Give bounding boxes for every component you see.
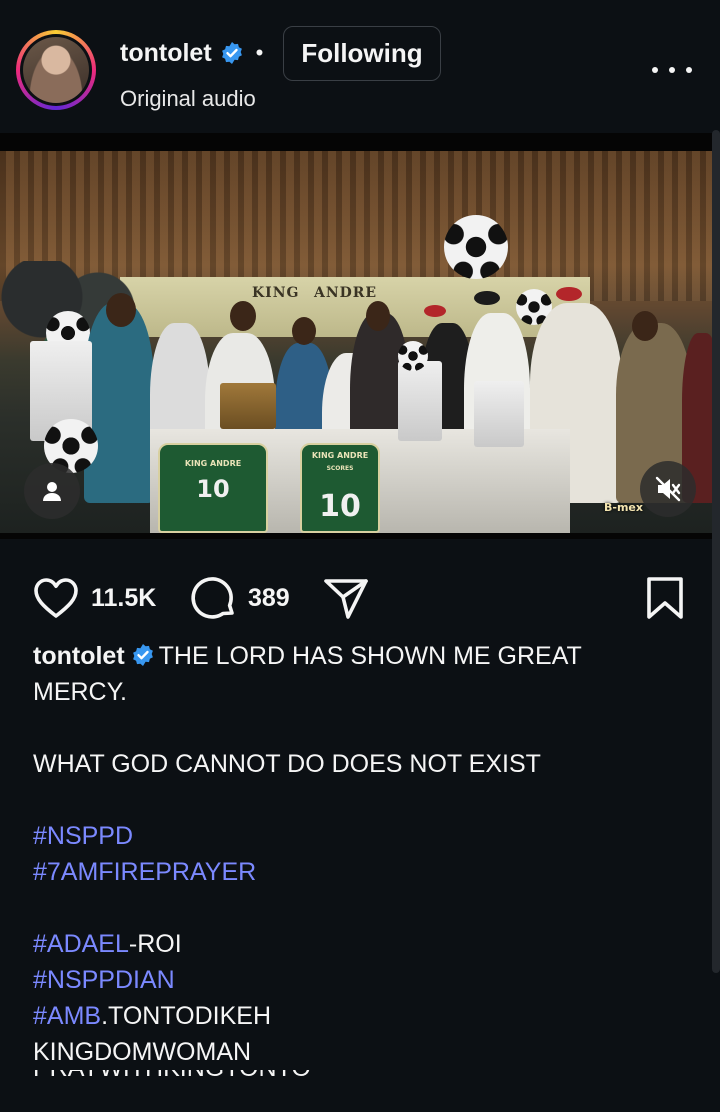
jersey-left-number: 10 [196,475,230,503]
more-dot [686,67,692,73]
jersey-right-number: 10 [319,489,361,524]
separator-dot: • [255,40,264,65]
scrollbar[interactable] [712,130,720,973]
caption-adael-rest: -ROI [128,930,182,958]
guest-head [632,311,658,341]
guest-head [230,301,256,331]
jersey-left-caption: KING ANDRE [184,459,242,468]
photo-cake [474,381,524,447]
guest-figure [84,303,154,503]
caption-line: #ADAEL-ROI [33,926,673,962]
guest-head [366,301,390,331]
b-mex-watermark: B-mex [604,501,643,514]
party-scene-image: KING ANDRE KING ANDRE 10 KING ANDRE SCOR… [0,151,712,533]
hashtag-7amfireprayer[interactable]: #7AMFIREPRAYER [33,854,673,890]
likes-count[interactable]: 11.5K [91,584,156,613]
tiered-cake [398,361,442,441]
guest-head [292,317,316,345]
share-paper-plane-icon[interactable] [322,575,370,621]
reel-post-page: tontolet • Following Original audio KING… [0,0,720,1112]
hashtag-adael[interactable]: #ADAEL [33,930,129,958]
caption-text-cutoff: PRAYWITHKINGTONTO [33,1070,673,1084]
username[interactable]: tontolet [120,39,212,68]
following-button[interactable]: Following [283,26,441,81]
more-dot [652,67,658,73]
heart-icon[interactable] [33,577,79,619]
caption-text-line3: WHAT GOD CANNOT DO DOES NOT EXIST [33,750,541,778]
post-header: tontolet • Following Original audio [0,0,720,133]
avatar-frame [20,34,92,106]
comment-icon[interactable] [190,575,238,621]
mute-toggle-button[interactable] [640,461,696,517]
share-action[interactable] [322,572,370,624]
speaker-muted-icon [655,476,681,502]
guest-head [106,293,136,327]
hashtag-amb[interactable]: #AMB [33,1002,101,1030]
red-cap [424,305,446,317]
jersey-cake-right: KING ANDRE SCORES 10 [300,443,380,533]
username-row: tontolet • [120,36,263,70]
tagged-people-button[interactable] [24,463,80,519]
jersey-cake-left: KING ANDRE 10 [158,443,268,533]
black-cap [474,291,500,305]
banner-text-king: KING [252,285,300,301]
more-dot [669,67,675,73]
comments-count[interactable]: 389 [248,584,290,613]
avatar[interactable] [23,37,89,103]
post-actions-bar: 11.5K 389 [0,572,720,628]
reel-video[interactable]: KING ANDRE KING ANDRE 10 KING ANDRE SCOR… [0,133,712,539]
verified-badge-icon [221,42,242,64]
photo-frame [220,383,276,429]
avatar-story-ring[interactable] [16,30,96,110]
jersey-right-caption: KING ANDRE [311,451,369,460]
red-cap [556,287,582,301]
hashtag-nsppdian[interactable]: #NSPPDIAN [33,962,673,998]
more-options-icon[interactable] [652,60,692,80]
caption-amb-rest: .TONTODIKEH [101,1002,272,1030]
caption-line: #AMB.TONTODIKEH [33,998,673,1034]
banner-text-andre: ANDRE [314,285,378,301]
caption-text-line2: MERCY. [33,678,128,706]
caption-text-line1: THE LORD HAS SHOWN ME GREAT [158,642,582,670]
jersey-right-sub: SCORES [326,465,354,472]
save-action[interactable] [645,572,685,624]
caption-text-kingdomwoman: KINGDOMWOMAN [33,1038,252,1066]
bookmark-icon[interactable] [645,575,685,621]
audio-label[interactable]: Original audio [120,86,256,112]
person-icon [43,482,61,501]
verified-badge-icon [132,644,153,666]
post-caption: tontolet THE LORD HAS SHOWN ME GREAT MERC… [33,638,673,1084]
like-action[interactable]: 11.5K [33,572,156,624]
hashtag-nsppd[interactable]: #NSPPD [33,818,673,854]
football-balloon [444,215,508,279]
caption-text-praywithkingtonto: PRAYWITHKINGTONTO [33,1070,673,1084]
comment-action[interactable]: 389 [190,572,290,624]
caption-username[interactable]: tontolet [33,642,125,670]
football-cake-topper [398,341,428,371]
caption-line: tontolet THE LORD HAS SHOWN ME GREAT [33,638,673,674]
